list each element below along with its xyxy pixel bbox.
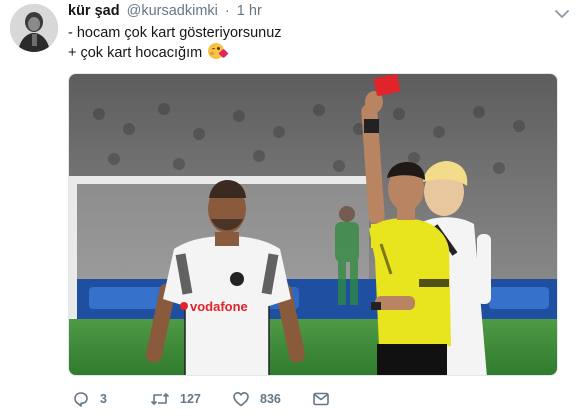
tweet-text-line: - hocam çok kart gösteriyorsunuz [68, 25, 282, 41]
tweet-text-line: + çok kart hocacığım [68, 45, 203, 61]
like-button[interactable]: 836 [232, 388, 281, 410]
retweet-count: 127 [180, 392, 201, 406]
tweet-text-line-with-emoji: + çok kart hocacığım [68, 43, 282, 63]
tweet-actions: 3 127 836 [68, 388, 368, 410]
envelope-icon [313, 392, 329, 406]
reply-button[interactable]: 3 [72, 388, 107, 410]
avatar[interactable] [10, 4, 58, 52]
tweet-header: kür şad @kursadkimki · 1 hr [68, 3, 262, 21]
timestamp[interactable]: 1 hr [237, 3, 262, 19]
tweet[interactable]: kür şad @kursadkimki · 1 hr - hocam çok … [0, 0, 583, 417]
chevron-down-icon[interactable] [555, 6, 569, 18]
direct-message-button[interactable] [312, 388, 340, 410]
jersey-sponsor-text: vodafone [190, 299, 248, 314]
retweet-icon [150, 393, 170, 405]
tweet-photo[interactable]: vodafone [68, 73, 558, 376]
user-handle[interactable]: @kursadkimki [127, 3, 218, 19]
like-count: 836 [260, 392, 281, 406]
separator-dot: · [224, 3, 230, 19]
tweet-text: - hocam çok kart gösteriyorsunuz + çok k… [68, 24, 282, 63]
reply-count: 3 [100, 392, 107, 406]
photo-illustration: vodafone [69, 74, 557, 375]
kiss-emoji-icon [208, 43, 229, 59]
heart-icon [233, 392, 249, 407]
reply-icon [74, 392, 88, 407]
display-name[interactable]: kür şad [68, 3, 120, 19]
retweet-button[interactable]: 127 [150, 388, 201, 410]
